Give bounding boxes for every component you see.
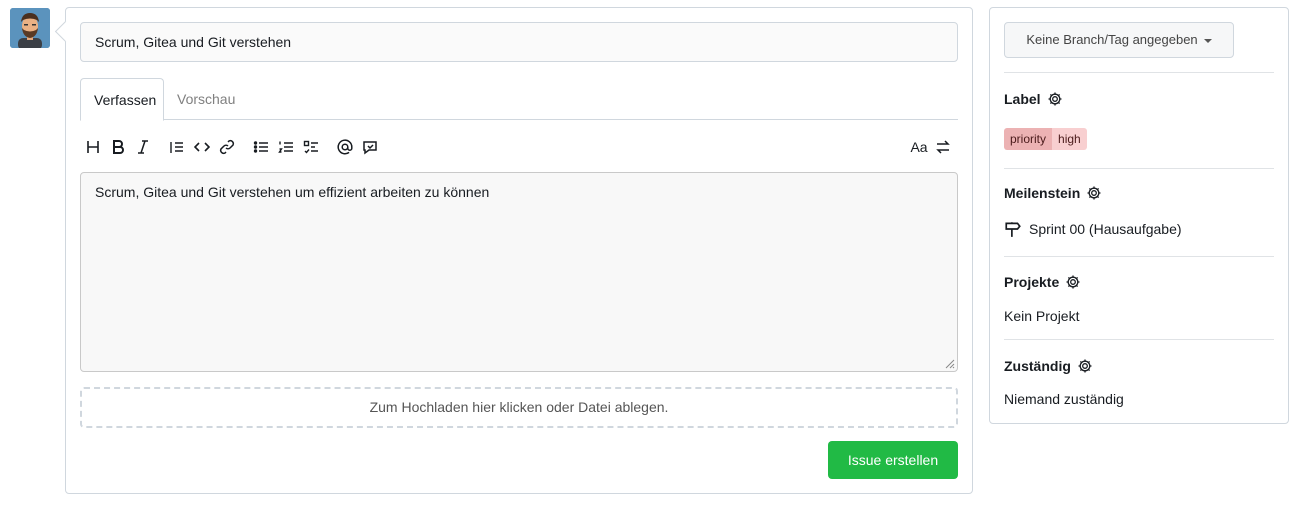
monospace-toggle-icon[interactable]: Aa: [906, 134, 932, 160]
caret-down-icon: [1203, 38, 1212, 43]
reference-icon[interactable]: [359, 134, 381, 160]
assignees-section-header[interactable]: Zuständig: [1004, 358, 1093, 374]
upload-dropzone[interactable]: Zum Hochladen hier klicken oder Datei ab…: [80, 387, 958, 428]
tab-preview[interactable]: Vorschau: [164, 78, 248, 121]
avatar[interactable]: [10, 8, 50, 48]
issue-body-text: Scrum, Gitea und Git verstehen um effizi…: [95, 184, 490, 200]
editor-tabs: Verfassen Vorschau: [80, 78, 958, 121]
projects-heading: Projekte: [1004, 274, 1060, 290]
label-scope: priority: [1004, 128, 1053, 150]
task-list-icon[interactable]: [300, 134, 322, 160]
gear-icon: [1066, 275, 1080, 289]
markdown-toolbar: Aa: [80, 134, 958, 160]
code-icon[interactable]: [191, 134, 213, 160]
mention-icon[interactable]: [334, 134, 356, 160]
bold-icon[interactable]: [107, 134, 129, 160]
labels-heading: Label: [1004, 91, 1041, 107]
italic-icon[interactable]: [132, 134, 154, 160]
branch-selector-label: Keine Branch/Tag angegeben: [1026, 32, 1198, 47]
milestone-section-header[interactable]: Meilenstein: [1004, 185, 1102, 201]
gear-icon: [1087, 186, 1101, 200]
divider: [1004, 168, 1274, 169]
tab-write[interactable]: Verfassen: [80, 78, 164, 121]
issue-body-textarea[interactable]: Scrum, Gitea und Git verstehen um effizi…: [80, 172, 958, 372]
divider: [1004, 72, 1274, 73]
assignees-value: Niemand zuständig: [1004, 391, 1124, 407]
projects-section-header[interactable]: Projekte: [1004, 274, 1081, 290]
heading-icon[interactable]: [82, 134, 104, 160]
assignees-heading: Zuständig: [1004, 358, 1071, 374]
label-value: high: [1052, 128, 1087, 150]
avatar-image: [10, 8, 50, 48]
divider: [1004, 256, 1274, 257]
ordered-list-icon[interactable]: [275, 134, 297, 160]
link-icon[interactable]: [216, 134, 238, 160]
resize-grip-icon[interactable]: [943, 357, 955, 369]
milestone-text: Sprint 00 (Hausaufgabe): [1029, 221, 1182, 237]
issue-sidebar: Keine Branch/Tag angegeben Label priorit…: [989, 7, 1289, 424]
milestone-value[interactable]: Sprint 00 (Hausaufgabe): [1004, 220, 1182, 238]
issue-title-input[interactable]: Scrum, Gitea und Git verstehen: [80, 22, 958, 62]
unordered-list-icon[interactable]: [250, 134, 272, 160]
create-issue-button[interactable]: Issue erstellen: [828, 441, 958, 479]
branch-selector-button[interactable]: Keine Branch/Tag angegeben: [1004, 22, 1234, 58]
quote-icon[interactable]: [166, 134, 188, 160]
milestone-icon: [1005, 222, 1021, 237]
switch-editor-icon[interactable]: [932, 134, 954, 160]
milestone-heading: Meilenstein: [1004, 185, 1081, 201]
projects-value: Kein Projekt: [1004, 308, 1080, 324]
labels-section-header[interactable]: Label: [1004, 91, 1063, 107]
divider: [1004, 339, 1274, 340]
issue-form-card: Scrum, Gitea und Git verstehen Verfassen…: [65, 7, 973, 494]
gear-icon: [1078, 359, 1092, 373]
label-priority-high[interactable]: priority high: [1004, 128, 1087, 150]
gear-icon: [1048, 92, 1062, 106]
